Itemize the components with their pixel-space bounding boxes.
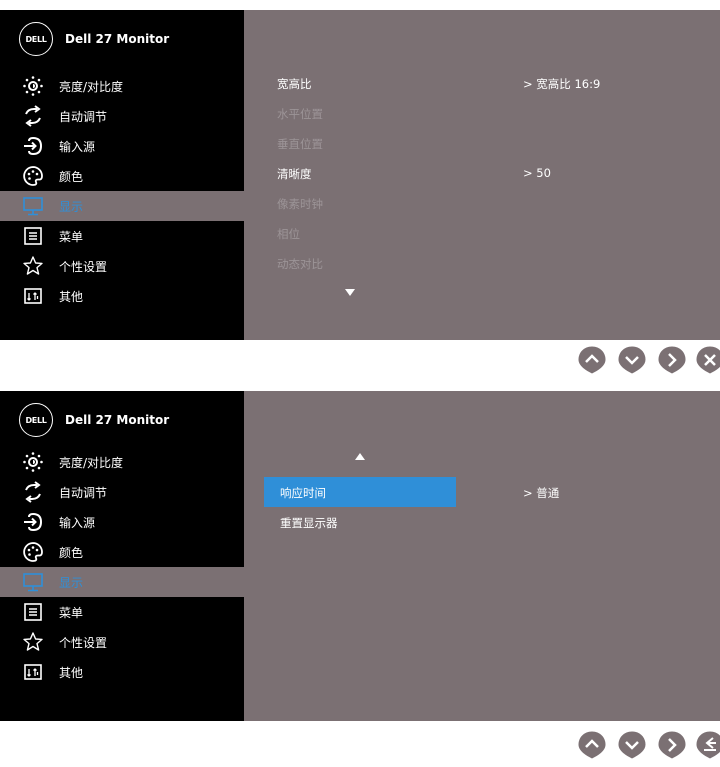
osd-content	[244, 391, 720, 721]
menu-item-label: 自动调节	[59, 485, 108, 500]
scroll-down-indicator[interactable]	[345, 289, 355, 296]
osd-panel-bottom: DELL Dell 27 Monitor 亮度/对比度 自动调节 输入源 颜色 …	[0, 391, 720, 721]
option-pixel-clock: 像素时钟	[277, 197, 323, 211]
monitor-icon	[22, 195, 44, 217]
osd-content	[244, 10, 720, 340]
up-icon	[578, 731, 606, 759]
option-value-response-time: > 普通	[523, 486, 560, 500]
option-value-sharpness: > 50	[523, 166, 551, 180]
option-aspect-ratio[interactable]: 宽高比	[277, 76, 312, 92]
right-button[interactable]	[657, 345, 687, 375]
menu-icon	[22, 601, 44, 623]
menu-item-label: 输入源	[59, 139, 96, 154]
menu-item-menu[interactable]: 菜单	[0, 221, 244, 251]
option-h-position: 水平位置	[277, 107, 323, 121]
menu-item-label: 个性设置	[59, 635, 108, 650]
menu-item-color[interactable]: 颜色	[0, 537, 244, 567]
up-icon	[578, 346, 606, 374]
down-button[interactable]	[617, 345, 647, 375]
menu-item-label: 其他	[59, 665, 84, 680]
up-button[interactable]	[577, 730, 607, 760]
menu-item-label: 颜色	[59, 169, 84, 184]
menu-item-label: 亮度/对比度	[59, 455, 124, 470]
osd-sidebar: DELL Dell 27 Monitor 亮度/对比度 自动调节 输入源 颜色 …	[0, 10, 244, 340]
menu-item-personalize[interactable]: 个性设置	[0, 627, 244, 657]
dell-logo: DELL	[19, 22, 53, 56]
option-reset-display[interactable]: 重置显示器	[280, 515, 338, 531]
menu-item-label: 个性设置	[59, 259, 108, 274]
menu-item-others[interactable]: 其他	[0, 281, 244, 311]
option-value-aspect-ratio: > 宽高比 16:9	[523, 77, 601, 91]
menu-icon	[22, 225, 44, 247]
menu-item-label: 亮度/对比度	[59, 79, 124, 94]
back-icon	[696, 731, 720, 759]
menu-item-label: 输入源	[59, 515, 96, 530]
brand-header: DELL Dell 27 Monitor	[19, 21, 169, 57]
auto-adjust-icon	[22, 481, 44, 503]
down-icon	[618, 731, 646, 759]
down-button[interactable]	[617, 730, 647, 760]
brightness-icon	[22, 75, 44, 97]
menu-item-personalize[interactable]: 个性设置	[0, 251, 244, 281]
option-response-time[interactable]: 响应时间	[280, 485, 326, 501]
close-icon	[696, 346, 720, 374]
menu-item-menu[interactable]: 菜单	[0, 597, 244, 627]
menu-item-label: 菜单	[59, 229, 84, 244]
brand-header: DELL Dell 27 Monitor	[19, 402, 169, 438]
menu-item-brightness-contrast[interactable]: 亮度/对比度	[0, 71, 244, 101]
model-name: Dell 27 Monitor	[65, 413, 170, 427]
exit-button[interactable]	[695, 345, 720, 375]
menu-item-label: 显示	[59, 199, 84, 214]
input-source-icon	[22, 135, 44, 157]
back-button[interactable]	[695, 730, 720, 760]
option-dynamic-contrast: 动态对比	[277, 257, 323, 271]
menu-item-auto-adjust[interactable]: 自动调节	[0, 477, 244, 507]
menu-item-display[interactable]: 显示	[0, 567, 244, 597]
up-button[interactable]	[577, 345, 607, 375]
right-icon	[658, 731, 686, 759]
menu-item-label: 菜单	[59, 605, 84, 620]
menu-item-color[interactable]: 颜色	[0, 161, 244, 191]
monitor-icon	[22, 571, 44, 593]
menu-item-auto-adjust[interactable]: 自动调节	[0, 101, 244, 131]
input-source-icon	[22, 511, 44, 533]
menu-item-input-source[interactable]: 输入源	[0, 131, 244, 161]
color-palette-icon	[22, 541, 44, 563]
menu-item-display[interactable]: 显示	[0, 191, 244, 221]
menu-item-label: 其他	[59, 289, 84, 304]
down-icon	[618, 346, 646, 374]
menu-item-input-source[interactable]: 输入源	[0, 507, 244, 537]
menu-item-label: 显示	[59, 575, 84, 590]
right-icon	[658, 346, 686, 374]
dell-logo: DELL	[19, 403, 53, 437]
others-icon	[22, 285, 44, 307]
color-palette-icon	[22, 165, 44, 187]
model-name: Dell 27 Monitor	[65, 32, 170, 46]
others-icon	[22, 661, 44, 683]
menu-item-others[interactable]: 其他	[0, 657, 244, 687]
option-phase: 相位	[277, 227, 300, 241]
star-icon	[22, 631, 44, 653]
osd-sidebar: DELL Dell 27 Monitor 亮度/对比度 自动调节 输入源 颜色 …	[0, 391, 244, 721]
scroll-up-indicator[interactable]	[355, 453, 365, 460]
menu-item-label: 自动调节	[59, 109, 108, 124]
menu-item-brightness-contrast[interactable]: 亮度/对比度	[0, 447, 244, 477]
brightness-icon	[22, 451, 44, 473]
right-button[interactable]	[657, 730, 687, 760]
osd-panel-top: DELL Dell 27 Monitor 亮度/对比度 自动调节 输入源 颜色 …	[0, 10, 720, 340]
star-icon	[22, 255, 44, 277]
option-sharpness[interactable]: 清晰度	[277, 166, 312, 182]
menu-item-label: 颜色	[59, 545, 84, 560]
auto-adjust-icon	[22, 105, 44, 127]
option-v-position: 垂直位置	[277, 137, 323, 151]
